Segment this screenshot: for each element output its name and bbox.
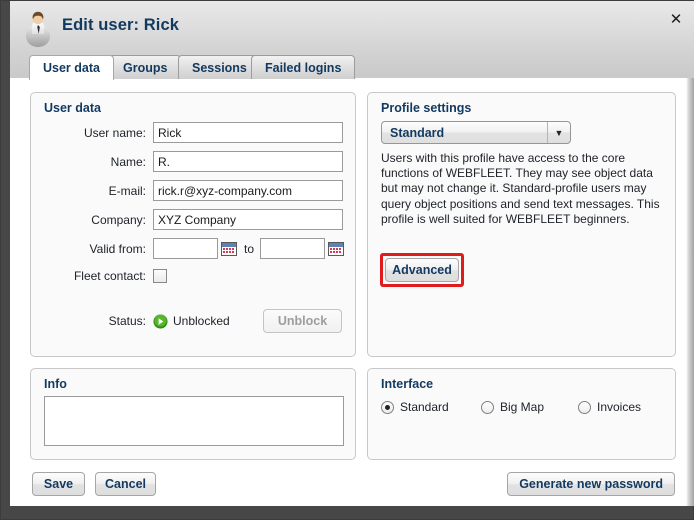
radio-option-big-map[interactable]: Big Map: [481, 400, 544, 414]
valid-from-input[interactable]: [153, 238, 218, 259]
panel-title-info: Info: [44, 377, 67, 391]
valid-to-input[interactable]: [260, 238, 326, 259]
status-badge: Unblocked: [173, 314, 230, 328]
radio-dot-standard: [381, 400, 394, 414]
panel-title-user-data: User data: [44, 101, 101, 115]
tab-user-data[interactable]: User data: [29, 55, 114, 80]
right-edge-shadow: [686, 78, 694, 506]
panel-title-interface: Interface: [381, 377, 434, 391]
unblock-button[interactable]: Unblock: [263, 309, 342, 333]
radio-dot-big-map: [481, 400, 494, 414]
label-valid-from: Valid from:: [89, 241, 146, 256]
label-email: E-mail:: [108, 183, 146, 198]
company-input[interactable]: [153, 209, 343, 230]
radio-label-invoices: Invoices: [597, 400, 642, 414]
page-title: Edit user: Rick: [62, 16, 180, 34]
panel-info: Info: [30, 368, 356, 460]
calendar-icon[interactable]: [328, 241, 345, 257]
dialog-title-bar: Edit user: Rick ✕: [10, 1, 694, 53]
cancel-button[interactable]: Cancel: [95, 472, 156, 496]
radio-option-standard[interactable]: Standard: [381, 400, 449, 414]
label-to: to: [244, 241, 255, 256]
fleet-contact-checkbox[interactable]: [153, 268, 167, 283]
email-input[interactable]: [153, 180, 343, 201]
dialog-footer: Save Cancel Generate new password: [10, 468, 694, 506]
dialog-body: Edit user: Rick ✕ User data Groups Sessi…: [10, 1, 694, 506]
panel-title-profile-settings: Profile settings: [381, 101, 472, 115]
save-button[interactable]: Save: [32, 472, 85, 496]
green-play-icon: [153, 313, 168, 329]
generate-new-password-button[interactable]: Generate new password: [507, 472, 675, 496]
radio-label-standard: Standard: [400, 400, 449, 414]
field-row-user-name: User name:: [31, 122, 355, 143]
calendar-icon[interactable]: [221, 241, 237, 257]
label-status: Status:: [108, 314, 146, 328]
panel-interface: Interface Standard Big Map Invoices: [367, 368, 676, 460]
label-name: Name:: [110, 154, 146, 169]
user-name-input[interactable]: [153, 122, 343, 143]
field-row-fleet-contact: Fleet contact:: [31, 265, 355, 286]
label-user-name: User name:: [83, 125, 146, 140]
profile-select-value: Standard: [390, 125, 445, 140]
radio-label-big-map: Big Map: [500, 400, 545, 414]
name-input[interactable]: [153, 151, 343, 172]
field-row-email: E-mail:: [31, 180, 355, 201]
field-row-name: Name:: [31, 151, 355, 172]
dialog-window: Edit user: Rick ✕ User data Groups Sessi…: [0, 0, 694, 520]
tab-sessions[interactable]: Sessions: [178, 55, 261, 79]
info-textarea[interactable]: [44, 396, 344, 446]
close-icon[interactable]: ✕: [666, 9, 686, 29]
tab-failed-logins[interactable]: Failed logins: [251, 55, 356, 79]
label-fleet-contact: Fleet contact:: [73, 268, 146, 283]
panel-profile-settings: Profile settings Standard ▼ Users with t…: [367, 92, 676, 357]
profile-select[interactable]: Standard ▼: [381, 121, 571, 144]
radio-dot-invoices: [578, 400, 591, 414]
label-company: Company:: [91, 212, 146, 227]
panel-user-data: User data User name: Name: E-mail: Compa…: [30, 92, 356, 357]
user-avatar-icon: [26, 11, 50, 47]
chevron-down-icon: ▼: [547, 122, 570, 143]
tab-groups[interactable]: Groups: [109, 55, 182, 79]
field-row-company: Company:: [31, 209, 355, 230]
field-row-valid-from: Valid from: to: [31, 238, 355, 259]
dialog-content: User data User name: Name: E-mail: Compa…: [10, 78, 694, 506]
tab-bar: User data Groups Sessions Failed logins: [10, 53, 694, 80]
profile-description: Users with this profile have access to t…: [381, 151, 660, 226]
advanced-button[interactable]: Advanced: [385, 258, 459, 282]
radio-option-invoices[interactable]: Invoices: [578, 400, 641, 414]
